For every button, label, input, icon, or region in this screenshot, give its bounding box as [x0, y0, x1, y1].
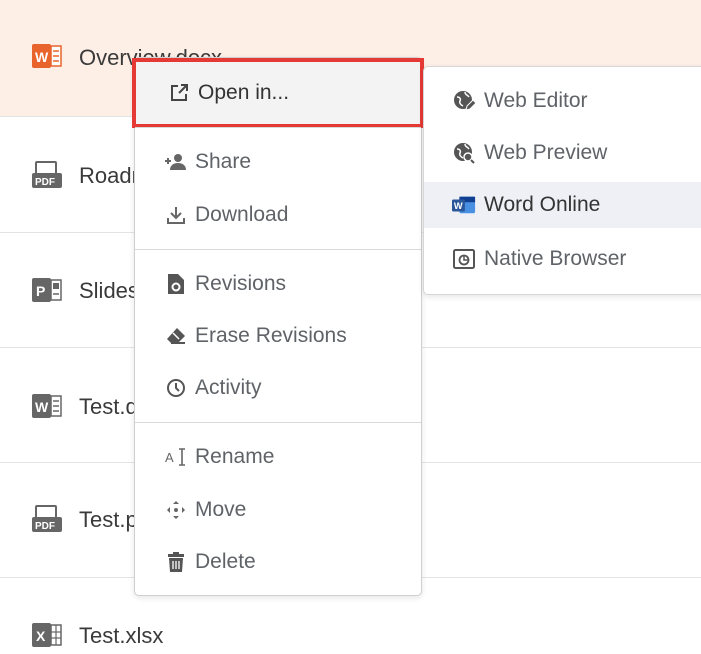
submenu-item-label: Web Preview	[484, 141, 608, 164]
menu-item-open-in[interactable]: Open in...	[132, 58, 424, 128]
menu-item-erase-revisions[interactable]: Erase Revisions	[135, 314, 421, 358]
external-link-icon	[168, 82, 190, 104]
menu-item-revisions[interactable]: Revisions	[135, 262, 421, 306]
word-online-icon: W	[452, 194, 476, 216]
menu-divider	[135, 127, 421, 128]
svg-text:X: X	[36, 628, 46, 644]
menu-item-download[interactable]: Download	[135, 193, 421, 237]
menu-item-label: Open in...	[198, 81, 290, 104]
submenu-item-word-online[interactable]: W Word Online	[424, 182, 701, 228]
powerpoint-file-icon: P	[32, 276, 62, 304]
pdf-file-icon: PDF	[32, 505, 62, 533]
menu-item-label: Download	[195, 203, 289, 226]
menu-item-label: Activity	[195, 376, 262, 399]
eraser-icon	[165, 325, 187, 347]
svg-text:W: W	[35, 399, 49, 415]
word-file-icon: W	[32, 392, 62, 420]
excel-file-icon: X	[32, 621, 62, 649]
globe-search-icon	[452, 142, 476, 164]
svg-text:P: P	[36, 283, 45, 299]
menu-divider	[135, 422, 421, 423]
submenu-item-label: Native Browser	[484, 247, 627, 270]
svg-text:PDF: PDF	[35, 521, 55, 532]
browser-window-icon	[452, 248, 476, 270]
menu-item-label: Move	[195, 498, 247, 521]
menu-item-label: Rename	[195, 445, 275, 468]
submenu-item-web-preview[interactable]: Web Preview	[424, 130, 701, 176]
svg-text:A: A	[165, 450, 174, 465]
menu-item-delete[interactable]: Delete	[135, 540, 421, 584]
open-in-submenu: Web Editor Web Preview W Word Online Nat…	[423, 66, 701, 295]
submenu-item-label: Web Editor	[484, 89, 588, 112]
download-icon	[165, 204, 187, 226]
menu-item-label: Share	[195, 150, 252, 173]
file-revision-icon	[165, 273, 187, 295]
submenu-item-native-browser[interactable]: Native Browser	[424, 236, 701, 282]
globe-edit-icon	[452, 90, 476, 112]
svg-text:W: W	[35, 49, 49, 65]
file-name[interactable]: Test.xlsx	[79, 623, 163, 649]
submenu-item-label: Word Online	[484, 193, 601, 216]
menu-item-share[interactable]: Share	[135, 140, 421, 184]
menu-divider	[135, 249, 421, 250]
move-arrows-icon	[165, 499, 187, 521]
menu-item-label: Erase Revisions	[195, 324, 347, 347]
submenu-item-web-editor[interactable]: Web Editor	[424, 78, 701, 124]
context-menu: Open in... Share Download Revisions Eras…	[132, 57, 424, 596]
word-file-icon: W	[32, 42, 62, 70]
menu-item-rename[interactable]: A Rename	[135, 435, 421, 479]
menu-item-activity[interactable]: Activity	[135, 366, 421, 410]
clock-icon	[165, 377, 187, 399]
trash-icon	[165, 551, 187, 573]
text-cursor-icon: A	[165, 446, 187, 468]
menu-item-label: Delete	[195, 550, 256, 573]
svg-text:W: W	[454, 201, 463, 211]
menu-item-move[interactable]: Move	[135, 488, 421, 532]
svg-text:PDF: PDF	[35, 177, 55, 188]
pdf-file-icon: PDF	[32, 161, 62, 189]
add-user-icon	[165, 151, 187, 173]
menu-item-label: Revisions	[195, 272, 287, 295]
